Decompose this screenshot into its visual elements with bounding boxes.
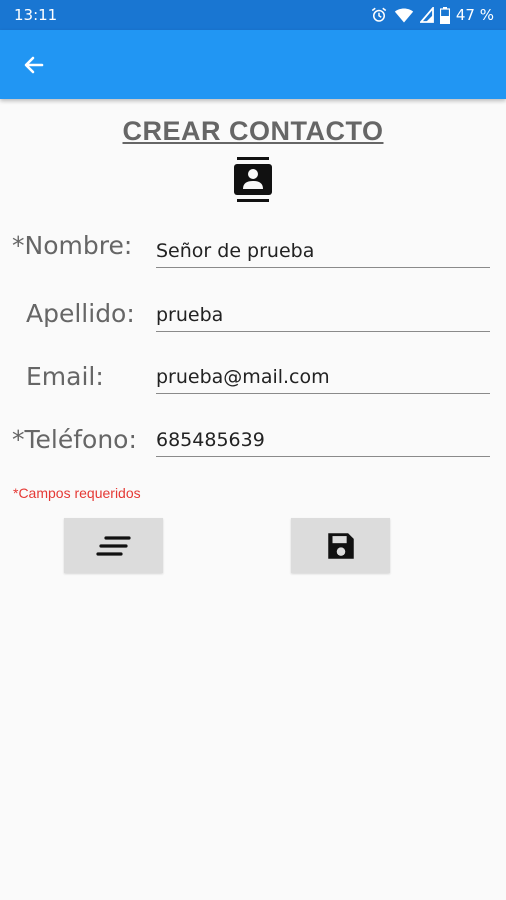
page-title: CREAR CONTACTO bbox=[122, 116, 384, 146]
app-bar bbox=[0, 30, 506, 99]
telefono-label: *Teléfono: bbox=[12, 425, 137, 454]
save-button[interactable] bbox=[291, 518, 390, 573]
nombre-row: *Nombre: bbox=[0, 228, 506, 278]
apellido-field[interactable] bbox=[156, 299, 490, 332]
signal-icon bbox=[419, 7, 434, 23]
email-label: Email: bbox=[26, 362, 104, 391]
nombre-field[interactable] bbox=[156, 235, 490, 268]
list-icon bbox=[95, 535, 131, 556]
required-fields-note: *Campos requeridos bbox=[13, 485, 141, 501]
nombre-label: *Nombre: bbox=[12, 231, 133, 260]
save-floppy-icon bbox=[327, 532, 354, 559]
battery-percent: 47 % bbox=[455, 6, 494, 24]
apellido-label: Apellido: bbox=[26, 299, 135, 328]
wifi-icon bbox=[394, 8, 414, 23]
alarm-icon bbox=[371, 7, 387, 22]
email-field[interactable] bbox=[156, 361, 490, 394]
arrow-back-icon bbox=[24, 56, 44, 74]
battery-icon bbox=[439, 6, 450, 24]
contact-card-icon bbox=[234, 157, 272, 202]
email-row: Email: bbox=[0, 354, 506, 404]
apellido-row: Apellido: bbox=[0, 291, 506, 341]
telefono-row: *Teléfono: bbox=[0, 417, 506, 467]
back-button[interactable] bbox=[18, 50, 50, 80]
status-icons: 47 % bbox=[370, 6, 494, 24]
status-bar: 13:11 47 % bbox=[0, 0, 506, 30]
status-time: 13:11 bbox=[14, 6, 58, 24]
telefono-field[interactable] bbox=[156, 424, 490, 457]
list-button[interactable] bbox=[64, 518, 163, 573]
